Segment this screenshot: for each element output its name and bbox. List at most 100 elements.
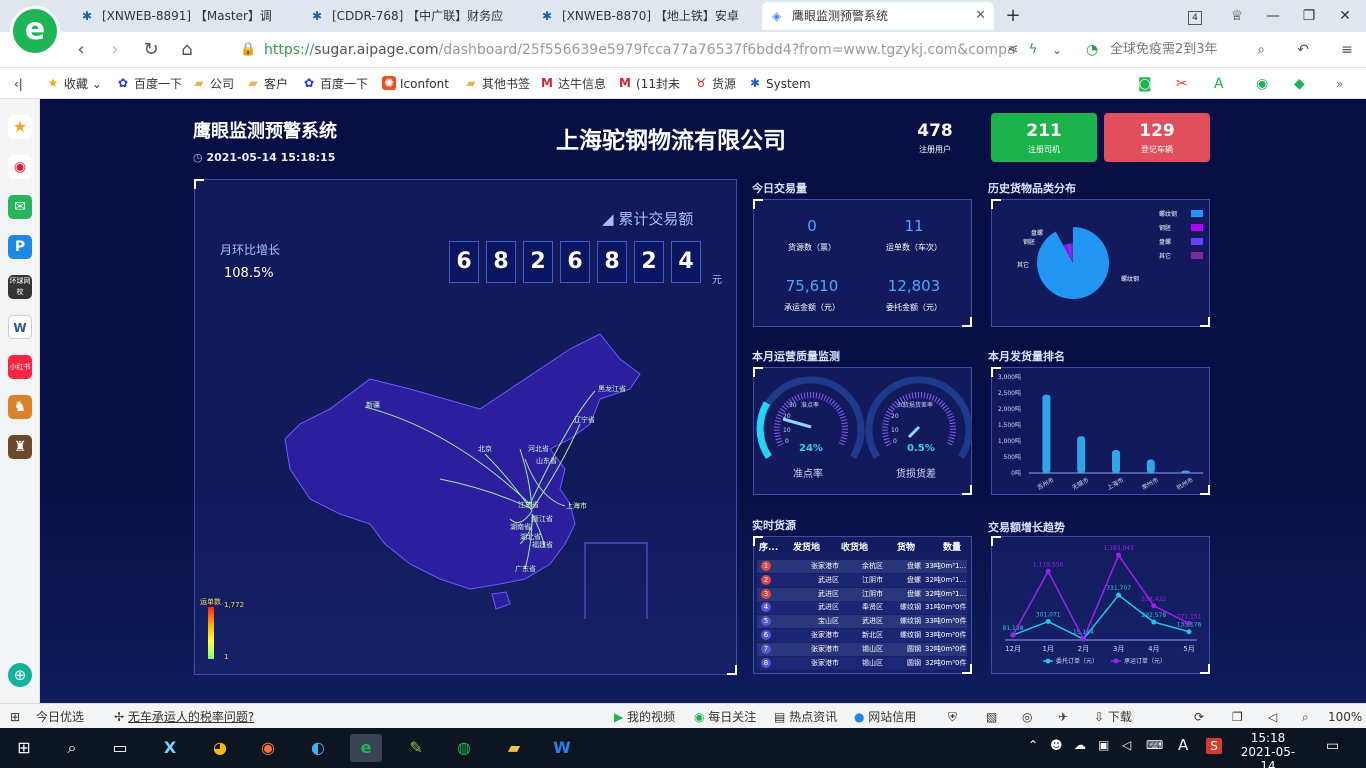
back-icon[interactable]: ‹ <box>68 38 94 62</box>
windows-start-icon[interactable]: ⊞ <box>8 734 40 762</box>
more-icon[interactable]: » <box>1336 75 1343 93</box>
zoom-icon[interactable]: ⌕ <box>1302 709 1309 725</box>
wechat-ext-icon[interactable]: ◙ <box>1138 75 1152 93</box>
restore-icon[interactable]: ❐ <box>1294 4 1324 28</box>
zoom-level[interactable]: 100% <box>1328 709 1362 725</box>
province-label: 湖北省 <box>520 532 541 541</box>
table-row[interactable]: 5 宝山区 武进区 螺纹钢 33吨0m³0件 <box>757 615 967 629</box>
xmind-icon[interactable]: X <box>154 734 186 762</box>
table-row[interactable]: 7 张家港市 锡山区 圆钢 32吨0m³0件 <box>757 642 967 656</box>
bookmark-baidu-2[interactable]: ✿ 百度一下 <box>302 75 368 93</box>
rocket-icon[interactable]: ✈ <box>1058 709 1068 725</box>
bookmark-baidu[interactable]: ✿ 百度一下 <box>116 75 182 93</box>
my-videos-link[interactable]: ▶ 我的视频 <box>614 709 675 725</box>
tab-cddr-768[interactable]: ✱ [CDDR-768] 【中广联】财务应 <box>302 2 532 30</box>
daily-focus-link[interactable]: ◉ 每日关注 <box>694 709 756 725</box>
tray-chevron-icon[interactable]: ⌃ <box>1028 738 1038 752</box>
province-label: 山东省 <box>536 456 557 465</box>
notification-icon[interactable]: ▭ <box>1326 738 1339 754</box>
tray-cloud-icon[interactable]: ☁ <box>1074 738 1086 752</box>
news-app-icon[interactable]: 环球网校 <box>8 275 32 299</box>
reload-icon[interactable]: ↻ <box>138 38 164 62</box>
edge-icon[interactable]: ◐ <box>302 734 334 762</box>
xiaohongshu-icon[interactable]: 小红书 <box>8 355 32 379</box>
chevron-down-icon[interactable]: ⌄ <box>1044 38 1070 62</box>
collapse-icon[interactable]: ‹| <box>14 75 23 93</box>
mail-icon[interactable]: ✉ <box>8 195 32 219</box>
tray-keyboard-icon[interactable]: ⌨ <box>1146 738 1163 752</box>
lightning-icon[interactable]: ϟ <box>1020 38 1046 62</box>
today-picks-link[interactable]: 今日优选 <box>36 709 84 725</box>
translate-icon[interactable]: A <box>1214 75 1224 93</box>
bookmark-clients[interactable]: ▰ 客户 <box>246 75 288 93</box>
game2-icon[interactable]: ♜ <box>8 435 32 459</box>
table-row[interactable]: 8 张家港市 锡山区 圆钢 32吨0m³0件 <box>757 656 967 670</box>
speed-icon[interactable]: ◎ <box>1022 709 1032 725</box>
download-link[interactable]: ⇩ 下载 <box>1094 709 1132 725</box>
home-icon[interactable]: ⌂ <box>174 38 200 62</box>
search-taskbar-icon[interactable]: ⌕ <box>56 734 88 762</box>
shield-ext-icon[interactable]: ◉ <box>1256 75 1268 93</box>
game-ext-icon[interactable]: ◆ <box>1294 75 1305 93</box>
tab-xnweb-8870[interactable]: ✱ [XNWEB-8870] 【地上铁】安卓 <box>532 2 762 30</box>
shirt-icon[interactable]: ♕ <box>1222 4 1252 28</box>
sync-icon[interactable]: ⟳ <box>1194 709 1204 725</box>
add-app-icon[interactable]: ⊕ <box>8 663 32 687</box>
task-view-icon[interactable]: ▭ <box>104 734 136 762</box>
file-explorer-icon[interactable]: ▰ <box>498 734 530 762</box>
cargo-label: 货源数（票） <box>788 243 836 252</box>
tray-ime-icon[interactable]: A <box>1178 736 1188 754</box>
table-row[interactable]: 3 武进区 江阴市 盘螺 32吨0m³1... <box>757 587 967 601</box>
tray-sogou-icon[interactable]: S <box>1206 738 1222 754</box>
undo-icon[interactable]: ↶ <box>1290 38 1316 62</box>
tray-volume-icon[interactable]: ◁ <box>1122 738 1131 752</box>
word-icon[interactable]: W <box>8 315 32 339</box>
browser-taskbar-icon[interactable]: e <box>350 734 382 762</box>
pie-legend-label: 钢胚 <box>1159 224 1171 232</box>
bookmark-cargo[interactable]: ♉ 货源 <box>694 75 736 93</box>
shield-status-icon[interactable]: ⛨ <box>948 709 957 725</box>
bookmark-company[interactable]: ▰ 公司 <box>192 75 234 93</box>
tab-eagle-eye[interactable]: ◈ 鹰眼监测预警系统 ✕ <box>762 2 994 30</box>
menu-icon[interactable]: ≡ <box>1334 38 1360 62</box>
bookmark-daniu[interactable]: M 达牛信息 <box>540 75 606 93</box>
sound-icon[interactable]: ◁ <box>1268 709 1277 725</box>
favorites-star-icon[interactable]: ★ <box>8 115 32 139</box>
close-tab-icon[interactable]: ✕ <box>975 2 986 30</box>
browser-logo-icon[interactable]: e <box>10 6 60 56</box>
new-tab-button[interactable]: + <box>998 4 1028 28</box>
table-row[interactable]: 2 武进区 江阴市 盘螺 32吨0m³1... <box>757 573 967 587</box>
bookmark-other[interactable]: ▰ 其他书签 <box>464 75 530 93</box>
bookmark-favorites[interactable]: ★ 收藏 ⌄ <box>46 75 102 93</box>
tray-network-icon[interactable]: ▣ <box>1098 738 1109 752</box>
news-headline-link[interactable]: ✢ 无车承运人的税率问题? <box>114 709 254 725</box>
bookmark-system[interactable]: ✱ System <box>748 75 811 93</box>
game-icon[interactable]: ♞ <box>8 395 32 419</box>
wps-icon[interactable]: W <box>546 734 578 762</box>
tray-app-icon[interactable]: ☻ <box>1050 738 1063 752</box>
tab-count-badge[interactable]: 4 <box>1188 11 1202 25</box>
minimize-icon[interactable]: — <box>1258 4 1288 28</box>
url-input[interactable]: 🔒 https://sugar.aipage.com/dashboard/25f5… <box>232 36 1062 64</box>
bookmark-mail[interactable]: M (11封未 <box>618 75 680 93</box>
table-row[interactable]: 6 张家港市 新北区 螺纹钢 33吨0m³0件 <box>757 629 967 642</box>
close-window-icon[interactable]: ✕ <box>1330 4 1360 28</box>
tab-xnweb-8891[interactable]: ✱ [XNWEB-8891] 【Master】调 <box>72 2 302 30</box>
wechat-icon[interactable]: ◍ <box>448 734 480 762</box>
search-icon[interactable]: ⌕ <box>1248 38 1274 62</box>
scissors-icon[interactable]: ✂ <box>1176 75 1188 93</box>
chrome-icon[interactable]: ◕ <box>204 734 236 762</box>
notepad-icon[interactable]: ✎ <box>400 734 432 762</box>
table-row[interactable]: 4 武进区 奉贤区 螺纹钢 31吨0m³0件 <box>757 601 967 615</box>
window-icon[interactable]: ❐ <box>1232 709 1243 725</box>
bookmark-iconfont[interactable]: ✺ Iconfont <box>382 75 449 93</box>
table-row[interactable]: 1 张家港市 余杭区 盘螺 33吨0m³1... <box>757 560 967 573</box>
system-clock[interactable]: 15:18 2021-05-14 <box>1236 731 1300 773</box>
site-credit-link[interactable]: ● 网站信用 <box>854 709 916 725</box>
weibo-icon[interactable]: ◉ <box>8 155 32 179</box>
firefox-icon[interactable]: ◉ <box>252 734 284 762</box>
p-app-icon[interactable]: P <box>8 235 32 259</box>
screenshot-icon[interactable]: ▧ <box>986 709 997 725</box>
hot-news-link[interactable]: ▤ 热点资讯 <box>774 709 837 725</box>
forward-icon[interactable]: › <box>102 38 128 62</box>
